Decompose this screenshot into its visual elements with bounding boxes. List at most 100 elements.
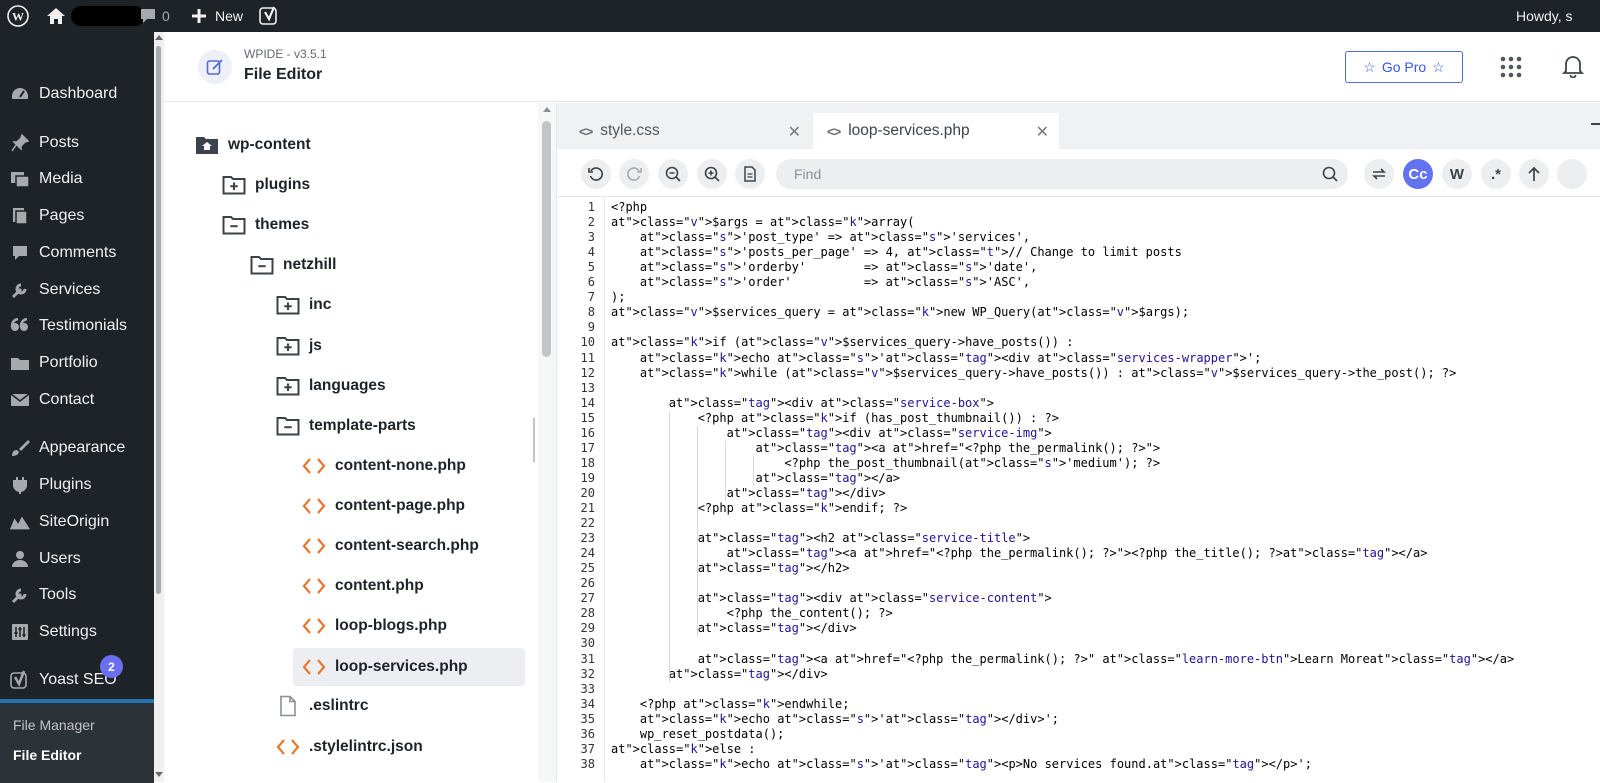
whole-word-toggle[interactable]: W: [1442, 159, 1472, 189]
undo-icon[interactable]: [581, 159, 611, 189]
code-line[interactable]: at">class="s">'order' => at">class="s">'…: [611, 275, 1030, 290]
tree-node-content-page-php[interactable]: content-page.php: [301, 488, 465, 524]
new-content-link[interactable]: New: [191, 0, 243, 32]
code-line[interactable]: at">class="tag"></div>: [611, 667, 828, 682]
code-line[interactable]: at">class="tag"></div>: [611, 621, 857, 636]
code-line[interactable]: <?php at">class="k">endwhile;: [611, 697, 850, 712]
site-home-link[interactable]: [46, 0, 145, 32]
sidebar-item-dashboard[interactable]: Dashboard: [0, 77, 154, 111]
code-line[interactable]: <?php: [611, 200, 647, 215]
code-line[interactable]: at">class="tag"></h2>: [611, 561, 850, 576]
sidebar-item-tools[interactable]: Tools: [0, 578, 154, 612]
code-line[interactable]: at">class="s">'orderby' => at">class="s"…: [611, 260, 1037, 275]
tree-scroll-thumb[interactable]: [542, 121, 551, 357]
tree-node-loop-blogs-php[interactable]: loop-blogs.php: [301, 608, 447, 644]
sidebar-item-appearance[interactable]: Appearance: [0, 431, 154, 465]
sidebar-item-yoast-seo[interactable]: Yoast SEO: [0, 663, 154, 697]
zoom-out-icon[interactable]: [658, 159, 688, 189]
sidebar-scrollbar[interactable]: [154, 32, 164, 782]
code-line[interactable]: at">class="tag"><div at">class="service-…: [611, 396, 994, 411]
scroll-up-icon[interactable]: [155, 35, 163, 40]
tree-scrollbar[interactable]: [538, 103, 556, 782]
code-line[interactable]: at">class="s">'posts_per_page' => 4, at"…: [611, 245, 1182, 260]
tree-node-netzhill[interactable]: netzhill: [249, 247, 336, 283]
bell-icon[interactable]: [1561, 54, 1585, 83]
tree-node-eslintrc[interactable]: .eslintrc: [275, 688, 368, 724]
scroll-up-icon[interactable]: [543, 107, 551, 112]
redo-icon[interactable]: [619, 159, 649, 189]
tab-loop-services-php[interactable]: <> loop-services.php ✕: [813, 113, 1059, 149]
code-line[interactable]: wp_reset_postdata();: [611, 727, 785, 742]
close-icon[interactable]: ✕: [788, 122, 801, 142]
code-line[interactable]: at">class="k">echo at">class="s">'at">cl…: [611, 757, 1312, 772]
arrow-down-icon[interactable]: [1557, 159, 1587, 189]
tree-node-loop-services-php[interactable]: loop-services.php: [293, 648, 525, 687]
document-icon[interactable]: [735, 159, 765, 189]
code-line[interactable]: <?php at">class="k">if (has_post_thumbna…: [611, 411, 1059, 426]
howdy-account[interactable]: Howdy, s: [1516, 0, 1573, 32]
tree-node-plugins[interactable]: plugins: [221, 167, 310, 203]
code-line[interactable]: );: [611, 290, 625, 305]
code-line[interactable]: at">class="tag"><a at">href="<?php the_p…: [611, 546, 1428, 561]
code-file-icon[interactable]: [275, 735, 301, 759]
sidebar-item-settings[interactable]: Settings: [0, 615, 154, 649]
code-file-icon[interactable]: [301, 454, 327, 478]
folder-plus-icon[interactable]: [275, 293, 301, 317]
code-line[interactable]: at">class="tag"><a at">href="<?php the_p…: [611, 441, 1161, 456]
submenu-file-editor[interactable]: File Editor: [13, 747, 81, 763]
sidebar-scroll-thumb[interactable]: [156, 46, 161, 594]
tree-node-content-search-php[interactable]: content-search.php: [301, 528, 479, 564]
case-sensitive-toggle[interactable]: Cc: [1403, 159, 1433, 189]
zoom-in-icon[interactable]: [697, 159, 727, 189]
code-file-icon[interactable]: [301, 574, 327, 598]
tree-node-inc[interactable]: inc: [275, 287, 331, 323]
sidebar-item-portfolio[interactable]: Portfolio: [0, 346, 154, 380]
code-line[interactable]: at">class="k">while (at">class="v">$serv…: [611, 366, 1456, 381]
code-line[interactable]: at">class="k">echo at">class="s">'at">cl…: [611, 351, 1261, 366]
folder-plus-icon[interactable]: [275, 334, 301, 358]
code-line[interactable]: at">class="v">$args = at">class="k">arra…: [611, 215, 914, 230]
go-pro-button[interactable]: ☆ Go Pro ☆: [1345, 51, 1463, 83]
tree-node-template-parts[interactable]: template-parts: [275, 408, 416, 444]
sidebar-item-testimonials[interactable]: Testimonials: [0, 309, 154, 343]
code-line[interactable]: at">class="tag"></div>: [611, 486, 886, 501]
code-line[interactable]: at">class="k">else :: [611, 742, 756, 757]
folder-plus-icon[interactable]: [221, 173, 247, 197]
code-line[interactable]: at">class="k">echo at">class="s">'at">cl…: [611, 712, 1059, 727]
folder-plus-icon[interactable]: [275, 374, 301, 398]
tree-node-content-none-php[interactable]: content-none.php: [301, 448, 466, 484]
replace-icon[interactable]: [1364, 159, 1394, 189]
sidebar-item-contact[interactable]: Contact: [0, 383, 154, 417]
folder-minus-icon[interactable]: [249, 253, 275, 277]
minimize-icon[interactable]: [1591, 123, 1600, 125]
arrow-up-icon[interactable]: [1519, 159, 1549, 189]
code-line[interactable]: at">class="tag"><div at">class="service-…: [611, 591, 1052, 606]
close-icon[interactable]: ✕: [1036, 122, 1049, 142]
code-file-icon[interactable]: [301, 534, 327, 558]
wordpress-logo-icon[interactable]: W: [7, 0, 29, 32]
tree-node-stylelintrc-json[interactable]: .stylelintrc.json: [275, 729, 423, 765]
folder-minus-icon[interactable]: [275, 414, 301, 438]
regex-toggle[interactable]: .*: [1481, 159, 1511, 189]
tree-node-content-php[interactable]: content.php: [301, 568, 424, 604]
sidebar-item-siteorigin[interactable]: SiteOrigin: [0, 505, 154, 539]
code-line[interactable]: at">class="tag"><div at">class="service-…: [611, 426, 1052, 441]
sidebar-item-posts[interactable]: Posts: [0, 126, 154, 160]
search-icon[interactable]: [1322, 166, 1338, 187]
sidebar-item-comments[interactable]: Comments: [0, 236, 154, 270]
yoast-bar-link[interactable]: [259, 0, 279, 32]
code-file-icon[interactable]: [301, 494, 327, 518]
file-icon[interactable]: [275, 694, 301, 718]
code-area[interactable]: 1 2 3 4 5 6 7 8 9 10 11 12 13 14 15 16 17 18 19 20 21 22 23 24 2…: [557, 198, 1600, 782]
code-line[interactable]: at">class="v">$services_query = at">clas…: [611, 305, 1189, 320]
tree-node-js[interactable]: js: [275, 328, 322, 364]
apps-grid-icon[interactable]: [1500, 56, 1522, 83]
tree-node-languages[interactable]: languages: [275, 368, 386, 404]
sidebar-item-media[interactable]: Media: [0, 162, 154, 196]
tree-node-themes[interactable]: themes: [221, 207, 309, 243]
sidebar-item-users[interactable]: Users: [0, 542, 154, 576]
code-file-icon[interactable]: [301, 655, 327, 679]
code-line[interactable]: <?php the_post_thumbnail(at">class="s">'…: [611, 456, 1160, 471]
tab-style-css[interactable]: <> style.css ✕: [557, 113, 811, 149]
folder-minus-icon[interactable]: [221, 213, 247, 237]
